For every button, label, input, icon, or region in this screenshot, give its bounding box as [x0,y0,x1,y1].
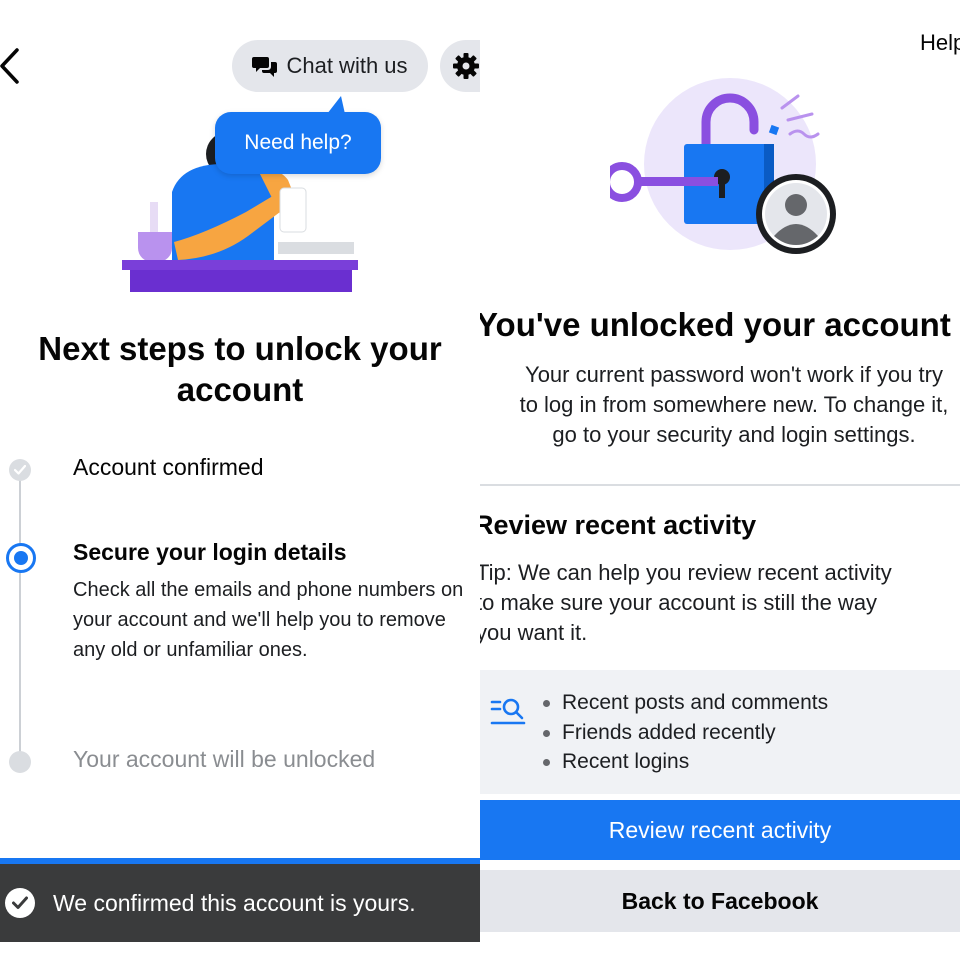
chevron-left-icon [0,48,19,84]
review-tip-line: you want it. [480,620,588,645]
review-tip-line: Tip: We can help you review recent activ… [480,560,892,585]
step-active-indicator [6,543,36,573]
chat-with-us-button[interactable]: Chat with us [232,40,428,92]
timeline-line [19,470,21,762]
check-circle-icon [5,888,35,918]
review-tip: Tip: We can help you review recent activ… [480,558,960,648]
check-icon [14,465,26,475]
help-link[interactable]: Help [920,30,960,56]
step-account-confirmed: Account confirmed [73,454,264,480]
activity-summary-box: Recent posts and comments Friends added … [480,670,960,794]
activity-list: Recent posts and comments Friends added … [540,688,828,777]
step-pending-indicator [9,751,31,773]
confirmation-toast: We confirmed this account is yours. [0,864,480,942]
list-item: Recent logins [540,747,828,777]
step-account-unlocked: Your account will be unlocked [73,746,376,772]
unlocked-padlock-illustration [610,78,836,254]
list-item: Friends added recently [540,718,828,748]
search-list-icon [490,698,526,725]
step-done-indicator [9,459,31,481]
gear-icon [453,53,479,79]
password-notice-line: go to your security and login settings. [552,422,916,447]
review-activity-heading: Review recent activity [480,510,757,540]
settings-button[interactable] [440,40,480,92]
list-item: Recent posts and comments [540,688,828,718]
need-help-bubble[interactable]: Need help? [215,96,381,174]
page-title: Next steps to unlock your account [38,330,442,408]
password-notice-line: Your current password won't work if you … [525,362,943,387]
right-panel: Help You've unlocked your account Your c… [480,0,960,960]
section-divider [480,484,960,486]
password-notice: Your current password won't work if you … [480,360,960,450]
toast-message: We confirmed this account is yours. [53,889,416,916]
password-notice-line: to log in from somewhere new. To change … [519,392,949,417]
chat-bubbles-icon [252,57,278,77]
back-to-facebook-button[interactable]: Back to Facebook [480,870,960,932]
left-panel: Chat with us Need help? Next steps to un… [0,0,480,960]
back-button[interactable] [0,44,24,88]
review-recent-activity-button[interactable]: Review recent activity [480,800,960,860]
review-tip-line: to make sure your account is still the w… [480,590,878,615]
step-secure-login-title: Secure your login details [73,539,347,565]
chat-with-us-label: Chat with us [286,53,408,78]
unlocked-title: You've unlocked your account [480,306,951,343]
step-secure-login-description: Check all the emails and phone numbers o… [73,579,464,661]
